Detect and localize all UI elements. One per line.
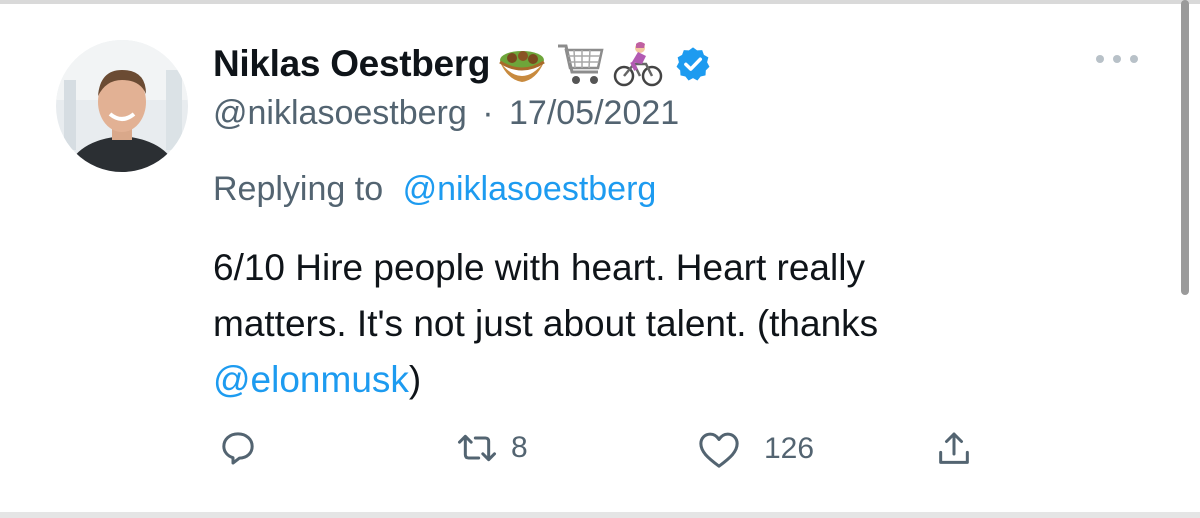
- reply-icon: [218, 428, 258, 468]
- more-options-icon[interactable]: [1094, 52, 1140, 64]
- retweet-button[interactable]: 8: [455, 428, 528, 468]
- mention-suffix: ): [408, 359, 422, 400]
- tweet-text-line: @elonmusk): [213, 352, 1133, 408]
- cyclist-icon: [612, 40, 664, 88]
- heart-icon: [696, 428, 742, 470]
- tweet-text: 6/10 Hire people with heart. Heart reall…: [213, 240, 1133, 408]
- tweet-text-line: matters. It's not just about talent. (th…: [213, 303, 879, 344]
- handle-date-row: @niklasoestberg · 17/05/2021: [213, 94, 679, 133]
- replying-to-label: Replying to: [213, 170, 384, 208]
- tweet-date[interactable]: 17/05/2021: [509, 94, 679, 132]
- mention-link[interactable]: @elonmusk: [213, 359, 409, 400]
- author-handle[interactable]: @niklasoestberg: [213, 94, 467, 132]
- meta-separator: ·: [482, 94, 494, 132]
- replying-to-mention[interactable]: @niklasoestberg: [403, 170, 657, 208]
- verified-badge-icon: [674, 45, 712, 83]
- retweet-icon: [455, 428, 499, 468]
- like-button[interactable]: 126: [696, 428, 814, 470]
- shopping-cart-icon: [554, 40, 606, 88]
- tweet-text-line: 6/10 Hire people with heart. Heart reall…: [213, 247, 865, 288]
- avatar[interactable]: [56, 40, 188, 172]
- falafel-icon: [496, 40, 548, 88]
- replying-to-row: Replying to @niklasoestberg: [213, 170, 656, 209]
- author-name[interactable]: Niklas Oestberg: [213, 43, 491, 85]
- bottom-divider: [0, 512, 1200, 518]
- scrollbar[interactable]: [1181, 0, 1189, 295]
- top-divider: [0, 0, 1200, 4]
- share-icon: [934, 428, 974, 470]
- share-button[interactable]: [934, 428, 974, 470]
- reply-button[interactable]: [218, 428, 270, 468]
- author-name-row: Niklas Oestberg: [213, 38, 712, 90]
- retweet-count: 8: [511, 431, 528, 464]
- like-count: 126: [764, 432, 815, 465]
